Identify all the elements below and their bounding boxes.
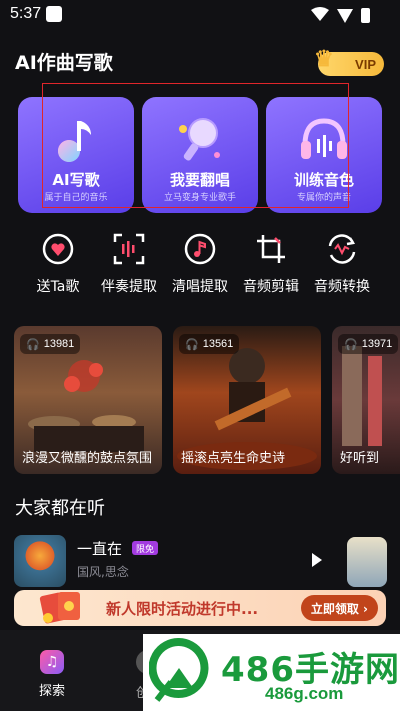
music-disc-icon <box>181 230 219 268</box>
headphones-icon: 🎧 <box>185 338 199 351</box>
page-title: AI作曲写歌 <box>15 52 113 74</box>
status-time: 5:37 <box>10 5 42 22</box>
status-bar: 5:37 <box>0 0 400 30</box>
play-count-badge: 🎧 13981 <box>20 334 81 354</box>
tool-vocal-extract[interactable]: 清唱提取 <box>162 230 238 296</box>
crown-icon: ♛ <box>314 46 334 71</box>
vip-button[interactable]: ♛ VIP <box>314 46 384 76</box>
playlist-card[interactable]: 🎧 13971 好听到 <box>332 326 400 474</box>
watermark-logo <box>149 638 209 702</box>
music-note-icon: ♫ <box>40 650 64 674</box>
tool-label: 音频转换 <box>314 279 370 295</box>
section-title: 大家都在听 <box>15 498 105 519</box>
feature-title: 我要翻唱 <box>169 171 230 189</box>
feature-cover-sing[interactable]: 我要翻唱 立马变身专业歌手 <box>142 97 258 213</box>
free-tag: 限免 <box>132 541 159 555</box>
next-song-cover[interactable] <box>347 537 387 587</box>
tool-audio-convert[interactable]: 音频转换 <box>304 230 380 296</box>
site-watermark: 486手游网 486g.com <box>143 634 400 711</box>
promo-text: 新人限时活动进行中... <box>106 600 259 618</box>
notification-icon <box>46 6 62 22</box>
song-name: 一直在 <box>77 540 123 558</box>
feature-ai-write[interactable]: AI写歌 属于自己的音乐 <box>18 97 134 213</box>
song-cover <box>14 535 66 587</box>
waveform-scan-icon <box>110 230 148 268</box>
battery-icon <box>361 8 370 23</box>
playlist-title: 摇滚点亮生命史诗 <box>181 451 286 466</box>
tool-accompaniment-extract[interactable]: 伴奏提取 <box>91 230 167 296</box>
feature-cards: AI写歌 属于自己的音乐 我要翻唱 立马变身专业歌手 训练音色 专属你的声音 <box>18 97 382 215</box>
feature-train-voice[interactable]: 训练音色 专属你的声音 <box>266 97 382 213</box>
tab-label: 探索 <box>38 684 65 699</box>
watermark-url: 486g.com <box>265 684 344 703</box>
playlist-card[interactable]: 🎧 13981 浪漫又微醺的鼓点氛围 <box>14 326 162 474</box>
tool-label: 送Ta歌 <box>36 279 80 295</box>
playlist-title: 浪漫又微醺的鼓点氛围 <box>22 451 153 466</box>
feature-subtitle: 属于自己的音乐 <box>44 193 108 203</box>
feature-subtitle: 立马变身专业歌手 <box>163 193 236 203</box>
play-count: 13971 <box>361 338 393 350</box>
play-count-badge: 🎧 13971 <box>338 334 399 354</box>
play-count: 13561 <box>202 338 234 350</box>
vip-label: VIP <box>355 56 376 72</box>
heart-pin-icon <box>39 230 77 268</box>
music-note-icon <box>18 115 134 165</box>
claim-button[interactable]: 立即领取 › <box>300 595 378 621</box>
convert-icon <box>323 230 361 268</box>
play-count: 13981 <box>43 338 75 350</box>
status-icons <box>311 6 370 25</box>
feature-subtitle: 专属你的声音 <box>296 193 351 203</box>
tool-label: 伴奏提取 <box>101 279 157 295</box>
play-count-badge: 🎧 13561 <box>179 334 240 354</box>
wifi-icon <box>311 6 329 25</box>
feature-title: AI写歌 <box>52 171 100 189</box>
tools-row: 送Ta歌 伴奏提取 清唱提取 音频剪辑 音频转换 <box>0 230 400 300</box>
play-icon[interactable] <box>312 553 322 567</box>
promo-banner[interactable]: 新人限时活动进行中... 立即领取 › <box>14 590 386 626</box>
headphones-icon: 🎧 <box>344 338 358 351</box>
playlist-carousel: 🎧 13981 浪漫又微醺的鼓点氛围 🎧 13561 摇滚点亮生命史诗 🎧 13… <box>14 326 400 474</box>
red-envelope-icon <box>39 592 80 624</box>
song-row[interactable]: 一直在 限免 国风,思念 <box>14 535 387 589</box>
song-subtitle: 国风,思念 <box>77 565 129 579</box>
feature-title: 训练音色 <box>293 171 354 189</box>
signal-icon <box>337 8 353 23</box>
tool-send-song[interactable]: 送Ta歌 <box>20 230 96 296</box>
crop-icon <box>252 230 290 268</box>
headphones-icon <box>266 115 382 165</box>
tab-explore[interactable]: ♫ 探索 <box>30 650 74 699</box>
playlist-card[interactable]: 🎧 13561 摇滚点亮生命史诗 <box>173 326 321 474</box>
tool-audio-cut[interactable]: 音频剪辑 <box>233 230 309 296</box>
microphone-icon <box>142 115 258 165</box>
tool-label: 音频剪辑 <box>243 279 299 295</box>
tool-label: 清唱提取 <box>172 279 228 295</box>
playlist-title: 好听到 <box>340 451 380 466</box>
headphones-icon: 🎧 <box>26 338 40 351</box>
